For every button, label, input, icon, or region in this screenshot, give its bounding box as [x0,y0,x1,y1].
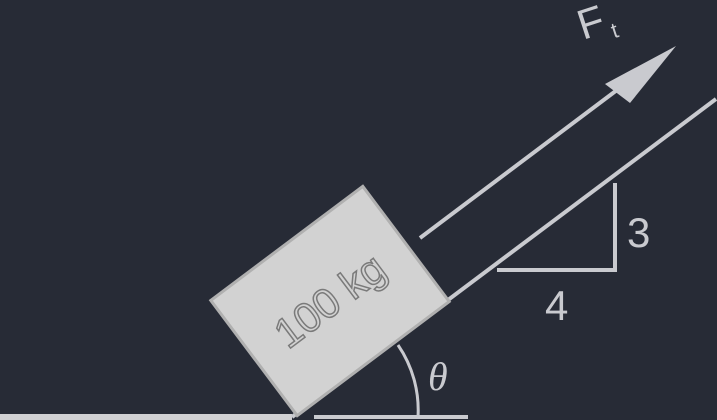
force-label: F t [571,0,622,49]
force-arrow-shaft [418,82,627,240]
inclined-plane-diagram: θ 3 4 100 kg F t [0,0,717,420]
force-label-subscript: t [608,17,622,43]
force-label-main: F [571,0,610,49]
slope-run-label: 4 [545,282,568,329]
slope-rise-label: 3 [627,209,650,256]
angle-arc [396,344,420,418]
angle-label: θ [428,354,448,399]
force-arrow-head [605,46,676,103]
